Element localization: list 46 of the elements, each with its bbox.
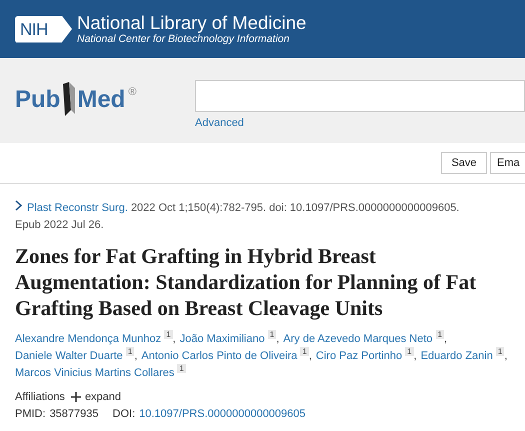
affiliation-ref[interactable]: 1 — [268, 330, 276, 339]
separator: , — [444, 333, 448, 345]
chevron-icon — [15, 200, 22, 211]
affiliation-ref[interactable]: 1 — [177, 364, 186, 373]
toolbar-button[interactable]: Save — [441, 152, 487, 174]
book-icon — [61, 82, 78, 118]
separator: , — [172, 333, 176, 345]
advanced-link[interactable]: Advanced — [195, 117, 525, 129]
author-link[interactable]: Daniele Walter Duarte — [15, 350, 123, 362]
affiliation-ref[interactable]: 1 — [126, 347, 134, 356]
author-link[interactable]: Alexandre Mendonça Munhoz — [15, 333, 162, 345]
pmid-value: 35877935 — [50, 408, 99, 420]
doi-label: DOI: — [112, 408, 136, 420]
author-link[interactable]: João Maximiliano — [180, 333, 265, 345]
separator: , — [414, 350, 417, 362]
expand-toggle[interactable]: expand — [70, 391, 122, 403]
doi-link[interactable]: 10.1097/PRS.0000000000009605 — [139, 408, 306, 420]
separator: , — [134, 350, 138, 362]
separator: , — [504, 350, 508, 362]
logo-text[interactable]: Med — [77, 86, 126, 114]
affiliation-ref[interactable]: 1 — [496, 347, 504, 356]
affiliation-ref[interactable]: 1 — [300, 347, 309, 356]
registered-mark: ® — [128, 86, 136, 98]
toolbar-button[interactable]: Ema — [490, 152, 525, 174]
pmid-label: PMID: — [15, 408, 46, 420]
affiliation-ref[interactable]: 1 — [436, 330, 444, 339]
affiliations-label: Affiliations — [15, 391, 65, 403]
separator: , — [308, 350, 312, 362]
article-title: Zones for Fat Grafting in Hybrid Breast Augmentation: Standardization for Planning of Fat Grafting Based on Breast Cleavage Units — [15, 243, 478, 321]
header-title[interactable]: National Library of Medicine — [77, 13, 306, 33]
separator: , — [276, 333, 280, 345]
citation-details: 2022 Oct 1;150(4):782-795. doi: 10.1097/PRS.0000000000009605. — [130, 202, 460, 214]
author-link[interactable]: Antonio Carlos Pinto de Oliveira — [141, 350, 298, 362]
author-link[interactable]: Ary de Azevedo Marques Neto — [283, 333, 432, 345]
epub-date: Epub 2022 Jul 26. — [15, 218, 105, 233]
affiliation-ref[interactable]: 1 — [164, 330, 173, 339]
author-link[interactable]: Eduardo Zanin — [420, 350, 493, 362]
author-link[interactable]: Ciro Paz Portinho — [316, 350, 402, 362]
header-subtitle: National Center for Biotechnology Information — [77, 33, 290, 45]
nih-badge[interactable]: NIH — [15, 16, 72, 42]
author-link[interactable]: Marcos Vinicius Martins Collares — [15, 367, 174, 379]
affiliation-ref[interactable]: 1 — [405, 347, 414, 356]
plus-icon — [70, 392, 81, 402]
logo-text[interactable]: Pub — [15, 86, 60, 114]
search-field[interactable] — [195, 80, 525, 112]
journal-link[interactable]: Plast Reconstr Surg. — [27, 202, 128, 214]
